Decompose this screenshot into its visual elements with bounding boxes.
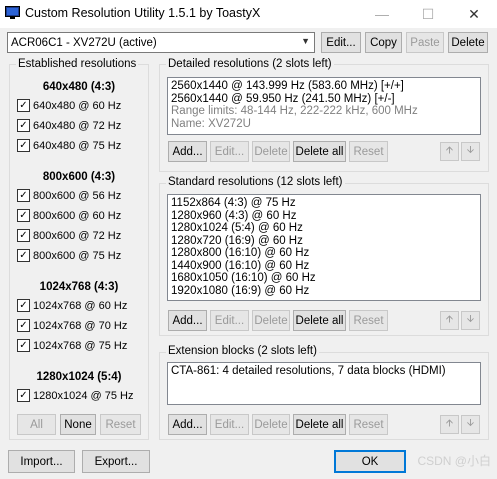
minimize-icon[interactable]: — — [359, 0, 405, 28]
move-up-icon[interactable]: 🡩 — [440, 415, 459, 434]
checkbox-800x600-56[interactable]: ✓ 800x600 @ 56 Hz — [17, 189, 121, 202]
checkbox-1024x768-75[interactable]: ✓ 1024x768 @ 75 Hz — [17, 339, 127, 352]
checkbox-label: 1024x768 @ 60 Hz — [33, 299, 128, 312]
check-icon: ✓ — [17, 249, 30, 262]
copy-button[interactable]: Copy — [365, 32, 402, 53]
list-item[interactable]: CTA-861: 4 detailed resolutions, 7 data … — [171, 365, 477, 378]
move-down-icon[interactable]: 🡫 — [461, 415, 480, 434]
move-up-icon[interactable]: 🡩 — [440, 311, 459, 330]
title-bar: Custom Resolution Utility 1.5.1 by Toast… — [0, 0, 497, 28]
checkbox-800x600-75[interactable]: ✓ 800x600 @ 75 Hz — [17, 249, 121, 262]
check-icon: ✓ — [17, 319, 30, 332]
checkbox-label: 1024x768 @ 75 Hz — [33, 339, 128, 352]
list-item[interactable]: 2560x1440 @ 143.999 Hz (583.60 MHz) [+/+… — [171, 80, 477, 93]
standard-delete-button[interactable]: Delete — [252, 310, 290, 331]
checkbox-800x600-72[interactable]: ✓ 800x600 @ 72 Hz — [17, 229, 121, 242]
checkbox-1280x1024-75[interactable]: ✓ 1280x1024 @ 75 Hz — [17, 389, 133, 402]
list-item[interactable]: 2560x1440 @ 59.950 Hz (241.50 MHz) [+/-] — [171, 93, 477, 106]
standard-resolutions-title: Standard resolutions (12 slots left) — [166, 176, 345, 188]
group-heading: 800x600 (4:3) — [42, 171, 116, 183]
list-item[interactable]: 1920x1080 (16:9) @ 60 Hz — [171, 285, 477, 298]
group-heading: 1280x1024 (5:4) — [36, 371, 122, 383]
all-button[interactable]: All — [17, 414, 56, 435]
check-icon: ✓ — [17, 189, 30, 202]
list-item[interactable]: 1152x864 (4:3) @ 75 Hz — [171, 197, 477, 210]
reset-established-button[interactable]: Reset — [100, 414, 141, 435]
ok-button[interactable]: OK — [334, 450, 406, 473]
established-resolutions-title: Established resolutions — [16, 58, 139, 70]
window-title: Custom Resolution Utility 1.5.1 by Toast… — [25, 6, 261, 20]
maximize-icon[interactable]: ☐ — [405, 0, 451, 28]
checkbox-label: 800x600 @ 56 Hz — [33, 189, 122, 202]
check-icon: ✓ — [17, 389, 30, 402]
close-icon[interactable]: ✕ — [451, 0, 497, 28]
list-item[interactable]: 1680x1050 (16:10) @ 60 Hz — [171, 272, 477, 285]
check-icon: ✓ — [17, 119, 30, 132]
standard-edit-button[interactable]: Edit... — [210, 310, 249, 331]
checkbox-label: 800x600 @ 72 Hz — [33, 229, 122, 242]
extension-delete-button[interactable]: Delete — [252, 414, 290, 435]
monitor-select-value: ACR06C1 - XV272U (active) — [11, 36, 157, 49]
checkbox-1024x768-70[interactable]: ✓ 1024x768 @ 70 Hz — [17, 319, 127, 332]
monitor-icon — [5, 6, 20, 20]
extension-blocks-title: Extension blocks (2 slots left) — [166, 345, 319, 357]
extension-delete-all-button[interactable]: Delete all — [293, 414, 346, 435]
move-up-icon[interactable]: 🡩 — [440, 142, 459, 161]
monitor-select[interactable]: ACR06C1 - XV272U (active) ▼ — [7, 32, 315, 53]
checkbox-label: 1024x768 @ 70 Hz — [33, 319, 128, 332]
checkbox-label: 800x600 @ 75 Hz — [33, 249, 122, 262]
extension-add-button[interactable]: Add... — [168, 414, 207, 435]
checkbox-800x600-60[interactable]: ✓ 800x600 @ 60 Hz — [17, 209, 121, 222]
detailed-resolutions-title: Detailed resolutions (2 slots left) — [166, 58, 334, 70]
detailed-resolutions-list[interactable]: 2560x1440 @ 143.999 Hz (583.60 MHz) [+/+… — [167, 77, 481, 135]
check-icon: ✓ — [17, 299, 30, 312]
watermark-text: CSDN @小白 — [417, 454, 491, 468]
checkbox-label: 800x600 @ 60 Hz — [33, 209, 122, 222]
check-icon: ✓ — [17, 339, 30, 352]
import-button[interactable]: Import... — [8, 450, 75, 473]
extension-edit-button[interactable]: Edit... — [210, 414, 249, 435]
checkbox-640x480-72[interactable]: ✓ 640x480 @ 72 Hz — [17, 119, 121, 132]
delete-monitor-button[interactable]: Delete — [448, 32, 488, 53]
standard-reset-button[interactable]: Reset — [349, 310, 388, 331]
extension-blocks-list[interactable]: CTA-861: 4 detailed resolutions, 7 data … — [167, 362, 481, 405]
extension-reset-button[interactable]: Reset — [349, 414, 388, 435]
standard-add-button[interactable]: Add... — [168, 310, 207, 331]
list-item[interactable]: 1440x900 (16:10) @ 60 Hz — [171, 260, 477, 273]
check-icon: ✓ — [17, 99, 30, 112]
standard-resolutions-list[interactable]: 1152x864 (4:3) @ 75 Hz 1280x960 (4:3) @ … — [167, 194, 481, 301]
checkbox-label: 640x480 @ 60 Hz — [33, 99, 122, 112]
checkbox-640x480-60[interactable]: ✓ 640x480 @ 60 Hz — [17, 99, 121, 112]
group-heading: 1024x768 (4:3) — [39, 281, 119, 293]
chevron-down-icon: ▼ — [301, 36, 310, 46]
detailed-edit-button[interactable]: Edit... — [210, 141, 249, 162]
list-item[interactable]: 1280x800 (16:10) @ 60 Hz — [171, 247, 477, 260]
checkbox-label: 1280x1024 @ 75 Hz — [33, 389, 134, 402]
detailed-delete-all-button[interactable]: Delete all — [293, 141, 346, 162]
list-item[interactable]: 1280x720 (16:9) @ 60 Hz — [171, 235, 477, 248]
list-item[interactable]: 1280x1024 (5:4) @ 60 Hz — [171, 222, 477, 235]
group-heading: 640x480 (4:3) — [42, 81, 116, 93]
check-icon: ✓ — [17, 139, 30, 152]
checkbox-label: 640x480 @ 72 Hz — [33, 119, 122, 132]
checkbox-1024x768-60[interactable]: ✓ 1024x768 @ 60 Hz — [17, 299, 127, 312]
list-item[interactable]: Range limits: 48-144 Hz, 222-222 kHz, 60… — [171, 105, 477, 118]
detailed-add-button[interactable]: Add... — [168, 141, 207, 162]
export-button[interactable]: Export... — [82, 450, 150, 473]
none-button[interactable]: None — [60, 414, 96, 435]
detailed-reset-button[interactable]: Reset — [349, 141, 388, 162]
paste-button[interactable]: Paste — [406, 32, 444, 53]
standard-delete-all-button[interactable]: Delete all — [293, 310, 346, 331]
checkbox-label: 640x480 @ 75 Hz — [33, 139, 122, 152]
list-item[interactable]: 1280x960 (4:3) @ 60 Hz — [171, 210, 477, 223]
detailed-delete-button[interactable]: Delete — [252, 141, 290, 162]
move-down-icon[interactable]: 🡫 — [461, 311, 480, 330]
list-item[interactable]: Name: XV272U — [171, 118, 477, 131]
move-down-icon[interactable]: 🡫 — [461, 142, 480, 161]
check-icon: ✓ — [17, 209, 30, 222]
check-icon: ✓ — [17, 229, 30, 242]
checkbox-640x480-75[interactable]: ✓ 640x480 @ 75 Hz — [17, 139, 121, 152]
edit-monitor-button[interactable]: Edit... — [321, 32, 361, 53]
